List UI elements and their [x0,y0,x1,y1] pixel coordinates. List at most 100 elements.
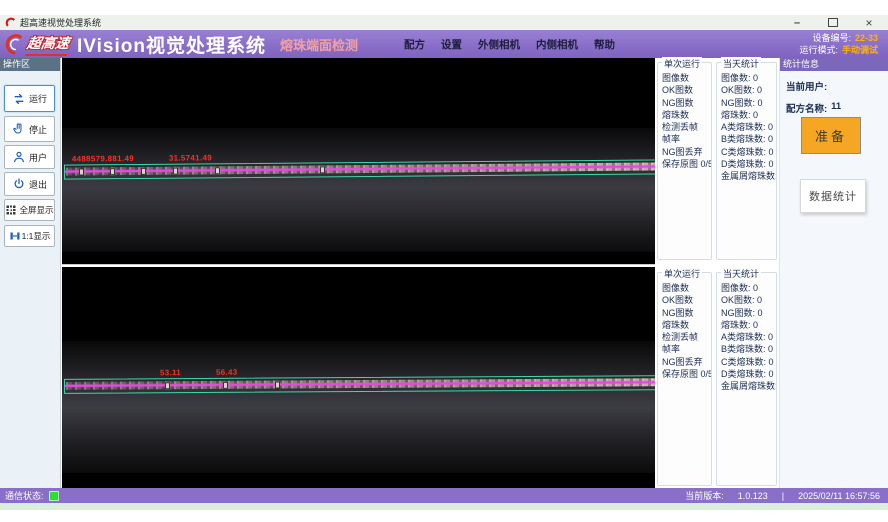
detection-marker [110,168,115,175]
stat-row: 帧率 [658,343,711,355]
stat-row: 保存原图 0/500 [658,368,711,380]
stat-row: NG图数 [658,307,711,319]
detection-marker [215,167,220,174]
stat-row: C类熔珠数: 0 [717,356,776,368]
one-to-one-button-label: 1:1显示 [22,230,51,242]
run-mode-row: 运行模式: 手动调试 [799,44,878,56]
brand-logo-text: 超高速 [25,33,71,56]
run-button[interactable]: 运行 [4,85,55,112]
stat-row: 熔珠数 [658,109,711,121]
stop-hand-icon [12,122,26,136]
current-user-row: 当前用户: [786,79,888,93]
current-user-label: 当前用户: [786,79,827,93]
power-icon [12,177,26,191]
maximize-button[interactable] [826,17,840,28]
menu-item[interactable]: 设置 [441,37,462,52]
version-datetime: 当前版本: 1.0.123 | 2025/02/11 16:57:56 [685,489,880,502]
app-subtitle: 熔珠端面检测 [280,35,358,54]
stat-rows: 图像数OK图数NG图数熔珠数检测丢帧帧率NG图丢弃保存原图 0/500 [658,273,711,380]
user-icon [12,150,26,164]
stop-button[interactable]: 停止 [4,116,55,142]
brand-swirl-icon [3,32,25,56]
today-stats-top: 当天统计 图像数: 0OK图数: 0NG图数: 0熔珠数: 0A类熔珠数: 0B… [716,62,777,260]
stat-row: OK图数 [658,84,711,96]
info-panel-title: 统计信息 [780,58,888,71]
groupbox-title: 当天统计 [721,267,761,280]
detection-marker [79,168,84,175]
stat-row: 图像数: 0 [717,282,776,294]
menu-item[interactable]: 外侧相机 [478,37,520,52]
menu-item[interactable]: 配方 [404,37,425,52]
fullscreen-button-label: 全屏显示 [19,204,53,216]
comm-status-label: 通信状态: [5,489,44,502]
menu-item[interactable]: 帮助 [594,37,615,52]
menu-item[interactable]: 内侧相机 [536,37,578,52]
exit-button-label: 退出 [29,178,47,191]
stat-row: B类熔珠数: 0 [717,133,776,145]
measurement-annotation: 56.43 [216,368,238,377]
exit-button[interactable]: 退出 [4,172,55,196]
groupbox-title: 单次运行 [662,57,702,70]
run-mode-label: 运行模式: [799,44,838,56]
main-area: 操作区 运行 停止 用户 [0,58,888,488]
stat-row: OK图数: 0 [717,294,776,306]
stat-row: 保存原图 0/500 [658,158,711,170]
detection-marker [173,168,178,175]
stat-row: 熔珠数 [658,319,711,331]
recipe-name-row: 配方名称: 11 [786,101,888,115]
minimize-button[interactable]: – [790,17,804,28]
device-number-label: 设备编号: [812,32,851,44]
single-run-stats-bottom: 单次运行 图像数OK图数NG图数熔珠数检测丢帧帧率NG图丢弃保存原图 0/500 [657,272,712,486]
datetime-value: 2025/02/11 16:57:56 [798,491,880,501]
stat-row: NG图数 [658,97,711,109]
desktop-edge-strip [0,503,888,510]
recipe-name-value: 11 [831,101,841,115]
close-button[interactable]: × [862,17,876,28]
comm-ok-indicator [49,491,59,501]
run-mode-value: 手动调试 [842,44,878,56]
user-button[interactable]: 用户 [4,145,55,169]
one-to-one-button[interactable]: 1:1显示 [4,225,55,247]
stat-row: NG图数: 0 [717,97,776,109]
single-run-stats-top: 单次运行 图像数OK图数NG图数熔珠数检测丢帧帧率NG图丢弃保存原图 0/500 [657,62,712,260]
stat-row: NG图丢弃 [658,146,711,158]
header-info: 设备编号: 22-33 运行模式: 手动调试 [799,32,878,56]
run-cycle-icon [12,92,26,106]
stat-rows: 图像数: 0OK图数: 0NG图数: 0熔珠数: 0A类熔珠数: 0B类熔珠数:… [717,273,776,393]
stat-row: 图像数: 0 [717,72,776,84]
today-stats-bottom: 当天统计 图像数: 0OK图数: 0NG图数: 0熔珠数: 0A类熔珠数: 0B… [716,272,777,486]
statistics-info-panel: 统计信息 当前用户: 配方名称: 11 准备 数据统计 [779,58,888,488]
fullscreen-button[interactable]: 全屏显示 [4,199,55,221]
window-titlebar: 超高速视觉处理系统 – × [0,15,888,31]
inner-camera-view: 53.11 56.43 [62,267,655,488]
stat-row: 帧率 [658,133,711,145]
stat-row: 金属屑熔珠数: 0 [717,170,776,182]
prepare-button[interactable]: 准备 [801,117,861,154]
stat-row: D类熔珠数: 0 [717,368,776,380]
stat-row: C类熔珠数: 0 [717,146,776,158]
comm-status: 通信状态: [5,489,59,502]
stat-row: 金属屑熔珠数: 0 [717,380,776,392]
recipe-name-label: 配方名称: [786,101,827,115]
stat-row: OK图数 [658,294,711,306]
stat-row: 熔珠数: 0 [717,109,776,121]
version-label: 当前版本: [685,489,724,502]
measurement-annotation: 4488579.881.49 [72,154,134,164]
groupbox-title: 当天统计 [721,57,761,70]
outer-camera-view: 4488579.881.49 31.5741.49 [62,58,655,265]
stat-row: A类熔珠数: 0 [717,331,776,343]
stat-row: 检测丢帧 [658,121,711,133]
separator: | [782,491,784,501]
data-statistics-button[interactable]: 数据统计 [800,179,866,213]
measurement-annotation: 31.5741.49 [169,153,212,162]
detection-marker [165,382,170,389]
desktop: 超高速视觉处理系统 – × 超高速 IVision视觉处理系统 熔珠端面检测 配… [0,0,888,522]
operation-sidebar: 操作区 运行 停止 用户 [0,58,61,488]
groupbox-title: 单次运行 [662,267,702,280]
detection-marker [320,166,325,173]
app-header: 超高速 IVision视觉处理系统 熔珠端面检测 配方设置外侧相机内侧相机帮助 … [0,30,888,58]
one-to-one-icon [9,230,21,242]
fullscreen-grid-icon [5,204,17,216]
detection-marker [223,382,228,389]
stat-row: 检测丢帧 [658,331,711,343]
